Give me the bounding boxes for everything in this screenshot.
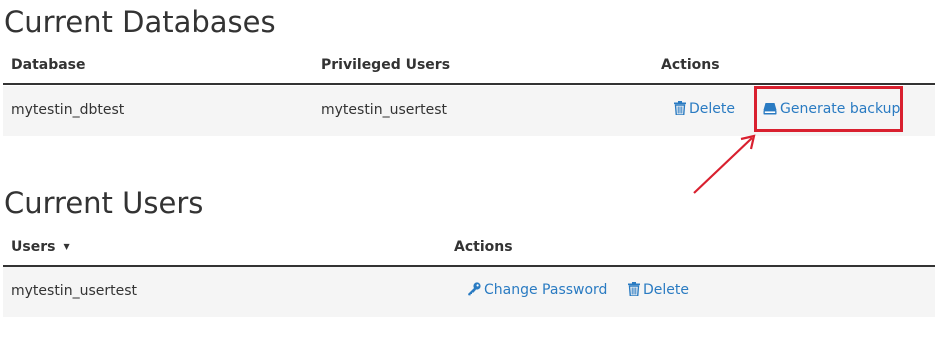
sort-caret-down-icon: ▼ <box>63 242 70 251</box>
privileged-user: mytestin_usertest <box>321 102 447 118</box>
change-password-label: Change Password <box>484 282 608 298</box>
users-title: Current Users <box>4 186 204 220</box>
user-name: mytestin_usertest <box>11 283 137 299</box>
column-header-users[interactable]: Users ▼ <box>11 239 70 255</box>
column-header-privileged-users[interactable]: Privileged Users <box>321 57 450 73</box>
highlight-box <box>754 86 903 132</box>
databases-title: Current Databases <box>4 5 276 39</box>
column-header-actions: Actions <box>661 57 720 73</box>
delete-label: Delete <box>643 282 689 298</box>
page: Current Databases Database Privileged Us… <box>0 0 935 346</box>
trash-icon <box>674 101 686 116</box>
delete-database-button[interactable]: Delete <box>674 101 735 117</box>
database-name: mytestin_dbtest <box>11 102 125 118</box>
column-header-user-actions: Actions <box>454 239 513 255</box>
delete-user-button[interactable]: Delete <box>628 282 689 298</box>
databases-header-row: Database Privileged Users Actions <box>3 47 935 85</box>
table-row: mytestin_usertest Change Password Delete <box>3 267 935 317</box>
key-icon <box>468 282 481 296</box>
delete-label: Delete <box>689 101 735 117</box>
column-header-users-label: Users <box>11 239 56 255</box>
trash-icon <box>628 282 640 297</box>
change-password-button[interactable]: Change Password <box>467 282 607 298</box>
users-header-row: Users ▼ Actions <box>3 229 935 267</box>
column-header-database[interactable]: Database <box>11 57 86 73</box>
